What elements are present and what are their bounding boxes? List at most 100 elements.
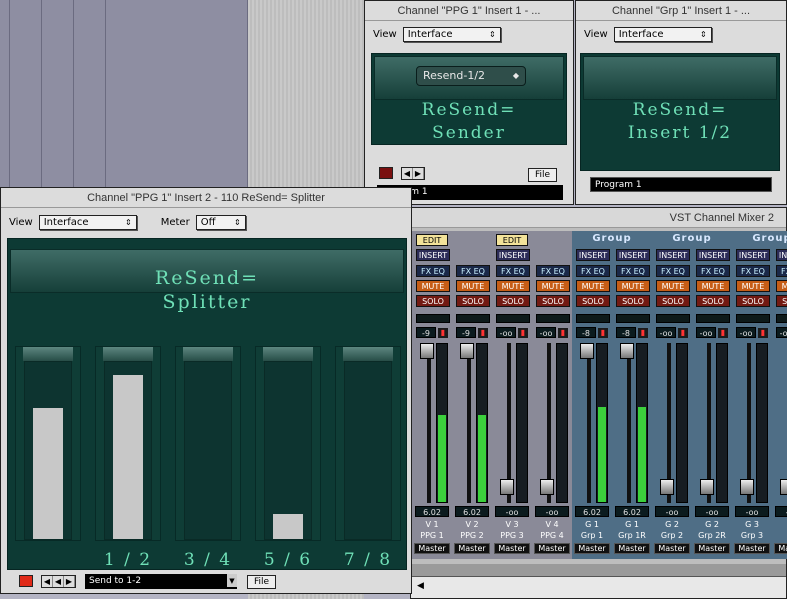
output-routing[interactable]: Master <box>454 543 490 554</box>
channel-name[interactable]: Grp 1R <box>614 531 650 541</box>
pan-control[interactable] <box>536 314 570 323</box>
pan-control[interactable] <box>696 314 730 323</box>
fx-eq-button[interactable]: FX EQ <box>616 265 650 277</box>
output-routing[interactable]: Master <box>774 543 787 554</box>
meter-select[interactable]: Off ⇕ <box>195 214 246 230</box>
channel-name[interactable]: PPG 1 <box>414 531 450 541</box>
transport-controls[interactable]: ◀ ◀ ▶ <box>41 575 76 588</box>
volume-fader[interactable] <box>620 343 634 359</box>
volume-fader[interactable] <box>700 479 714 495</box>
output-routing[interactable]: Master <box>734 543 770 554</box>
edit-button[interactable]: EDIT <box>416 234 448 246</box>
window-title[interactable]: VST Channel Mixer 2 <box>411 208 786 228</box>
scroll-left-icon[interactable]: ◀ <box>417 581 424 591</box>
pan-control[interactable] <box>456 314 490 323</box>
mute-button[interactable]: MUTE <box>536 280 570 292</box>
output-routing[interactable]: Master <box>574 543 610 554</box>
insert-button[interactable] <box>536 249 570 261</box>
fx-eq-button[interactable]: FX EQ <box>576 265 610 277</box>
mute-button[interactable]: MUTE <box>496 280 530 292</box>
volume-fader[interactable] <box>660 479 674 495</box>
insert-button[interactable]: INSERT <box>496 249 530 261</box>
output-routing[interactable]: Master <box>494 543 530 554</box>
play-icon[interactable]: ▶ <box>413 168 424 179</box>
solo-button[interactable]: SOLO <box>416 295 450 307</box>
output-routing[interactable]: Master <box>694 543 730 554</box>
pan-control[interactable] <box>496 314 530 323</box>
channel-name[interactable]: Grp 3 <box>734 531 770 541</box>
solo-button[interactable]: SOLO <box>456 295 490 307</box>
fx-eq-button[interactable]: FX EQ <box>696 265 730 277</box>
fx-eq-button[interactable]: FX EQ <box>776 265 787 277</box>
volume-fader[interactable] <box>540 479 554 495</box>
preset-select[interactable]: Resend-1/2 ◆ <box>416 66 526 86</box>
volume-fader[interactable] <box>580 343 594 359</box>
view-select[interactable]: Interface ⇕ <box>402 26 501 42</box>
mute-button[interactable]: MUTE <box>576 280 610 292</box>
file-button[interactable]: File <box>247 575 277 589</box>
solo-button[interactable]: SOLO <box>576 295 610 307</box>
solo-button[interactable]: SOLO <box>656 295 690 307</box>
insert-button[interactable]: INSERT <box>616 249 650 261</box>
fx-eq-button[interactable]: FX EQ <box>496 265 530 277</box>
insert-button[interactable]: INSERT <box>576 249 610 261</box>
play-icon[interactable]: ▶ <box>64 576 75 587</box>
fx-eq-button[interactable]: FX EQ <box>656 265 690 277</box>
pan-control[interactable] <box>576 314 610 323</box>
solo-button[interactable]: SOLO <box>776 295 787 307</box>
mute-button[interactable]: MUTE <box>736 280 770 292</box>
step-icon[interactable]: ◀ <box>53 576 64 587</box>
insert-button[interactable]: INSERT <box>776 249 787 261</box>
channel-name[interactable]: Grp 2R <box>694 531 730 541</box>
fx-eq-button[interactable]: FX EQ <box>456 265 490 277</box>
record-button[interactable] <box>19 575 33 590</box>
solo-button[interactable]: SOLO <box>536 295 570 307</box>
pan-control[interactable] <box>656 314 690 323</box>
output-routing[interactable]: Master <box>654 543 690 554</box>
fx-eq-button[interactable]: FX EQ <box>536 265 570 277</box>
program-select[interactable]: Program 1 <box>590 177 772 192</box>
insert-button[interactable]: INSERT <box>696 249 730 261</box>
solo-button[interactable]: SOLO <box>736 295 770 307</box>
window-title[interactable]: Channel "Grp 1" Insert 1 - ... <box>576 1 786 21</box>
insert-button[interactable]: INSERT <box>736 249 770 261</box>
channel-name[interactable]: PPG 2 <box>454 531 490 541</box>
transport-controls[interactable]: ◀ ▶ <box>401 167 425 180</box>
output-routing[interactable]: Master <box>414 543 450 554</box>
solo-button[interactable]: SOLO <box>496 295 530 307</box>
fx-eq-button[interactable]: FX EQ <box>736 265 770 277</box>
window-title[interactable]: Channel "PPG 1" Insert 1 - ... <box>365 1 573 21</box>
output-routing[interactable]: Master <box>614 543 650 554</box>
edit-button[interactable]: EDIT <box>496 234 528 246</box>
volume-fader[interactable] <box>420 343 434 359</box>
volume-fader[interactable] <box>460 343 474 359</box>
insert-button[interactable] <box>456 249 490 261</box>
mute-button[interactable]: MUTE <box>696 280 730 292</box>
pan-control[interactable] <box>776 314 787 323</box>
mute-button[interactable]: MUTE <box>616 280 650 292</box>
mute-button[interactable]: MUTE <box>456 280 490 292</box>
pan-control[interactable] <box>736 314 770 323</box>
solo-button[interactable]: SOLO <box>616 295 650 307</box>
channel-name[interactable]: PPG 4 <box>534 531 570 541</box>
volume-fader[interactable] <box>500 479 514 495</box>
window-title[interactable]: Channel "PPG 1" Insert 2 - 110 ReSend= S… <box>1 188 411 208</box>
view-select[interactable]: Interface ⇕ <box>613 26 712 42</box>
view-select[interactable]: Interface ⇕ <box>38 214 137 230</box>
channel-name[interactable]: Grp 2 <box>654 531 690 541</box>
insert-button[interactable]: INSERT <box>656 249 690 261</box>
horizontal-scrollbar[interactable]: ◀ <box>411 576 786 598</box>
rewind-icon[interactable]: ◀ <box>42 576 53 587</box>
channel-name[interactable]: PPG 3 <box>494 531 530 541</box>
fx-eq-button[interactable]: FX EQ <box>416 265 450 277</box>
volume-fader[interactable] <box>740 479 754 495</box>
rewind-icon[interactable]: ◀ <box>402 168 413 179</box>
mute-button[interactable]: MUTE <box>656 280 690 292</box>
program-select[interactable]: Send to 1-2 ▼ <box>85 574 237 589</box>
insert-button[interactable]: INSERT <box>416 249 450 261</box>
volume-fader[interactable] <box>780 479 787 495</box>
mute-button[interactable]: MUTE <box>776 280 787 292</box>
output-routing[interactable]: Master <box>534 543 570 554</box>
record-button[interactable] <box>379 167 393 182</box>
channel-name[interactable]: Grp 1 <box>574 531 610 541</box>
